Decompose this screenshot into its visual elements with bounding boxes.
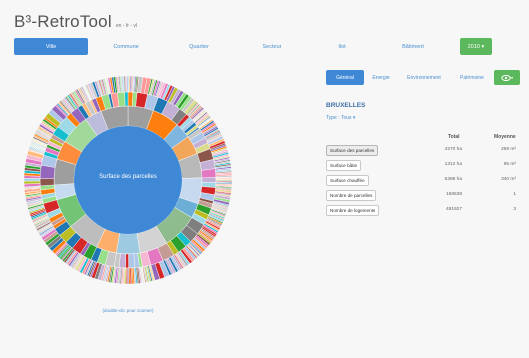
row-average: 3 xyxy=(513,207,516,212)
nav-item-ilot[interactable]: Ilot xyxy=(310,38,374,55)
sunburst-segment-level3[interactable] xyxy=(126,75,129,93)
tab-environnement[interactable]: Environnement xyxy=(396,70,452,85)
app-header: B³-RetroTool en - fr - vl xyxy=(14,12,137,32)
row-average: 95 m² xyxy=(503,162,516,167)
column-average-header: Moyenne xyxy=(494,134,516,140)
zoom-hint: (double-clic pour zoomer) xyxy=(102,308,154,313)
app-page: B³-RetroTool en - fr - vl Ville Commune … xyxy=(0,0,529,358)
row-total: 5388 ha xyxy=(444,177,462,182)
row-total: 491927 xyxy=(445,207,462,212)
row-total: 158638 xyxy=(445,192,462,197)
nav-item-ville[interactable]: Ville xyxy=(14,38,88,55)
type-filter: Type : Tous ▾ xyxy=(326,115,355,121)
year-dropdown[interactable]: 2010 ▾ xyxy=(460,38,492,55)
sunburst-segment-level3[interactable] xyxy=(23,178,41,182)
row-average: 340 m² xyxy=(501,177,516,182)
app-title: B³-RetroTool xyxy=(14,12,112,31)
type-dropdown[interactable]: Tous ▾ xyxy=(341,115,355,121)
table-row: Surface des parcelles 4270 ha 269 m² xyxy=(326,145,522,157)
column-total-header: Total xyxy=(448,134,460,140)
row-total: 1312 ha xyxy=(444,162,462,167)
type-label: Type : xyxy=(326,115,340,121)
metric-button-nombre-logements[interactable]: Nombre de logements xyxy=(326,205,380,216)
nav-item-batiment[interactable]: Bâtiment xyxy=(380,38,446,55)
sunburst-center[interactable] xyxy=(74,126,182,234)
row-average: 269 m² xyxy=(501,147,516,152)
eye-icon[interactable] xyxy=(494,70,520,85)
nav-item-quartier[interactable]: Quartier xyxy=(164,38,234,55)
level-nav: Ville Commune Quartier Secteur Ilot Bâti… xyxy=(14,38,492,55)
table-row: Nombre de parcelles 158638 1 xyxy=(326,190,522,202)
nav-item-commune[interactable]: Commune xyxy=(94,38,158,55)
row-total: 4270 ha xyxy=(444,147,462,152)
table-row: Surface chauffée 5388 ha 340 m² xyxy=(326,175,522,187)
tab-patrimoine[interactable]: Patrimoine xyxy=(454,70,490,85)
panel-tabs: Général Energie Environnement Patrimoine xyxy=(326,70,522,85)
sunburst-segment-level1[interactable] xyxy=(116,233,141,255)
table-row: Surface bâtie 1312 ha 95 m² xyxy=(326,160,522,172)
sunburst-segment-level3[interactable] xyxy=(23,180,41,185)
nav-item-secteur[interactable]: Secteur xyxy=(240,38,304,55)
row-average: 1 xyxy=(513,192,516,197)
eye-glyph xyxy=(501,74,513,81)
sunburst-svg[interactable] xyxy=(18,62,238,302)
metric-button-surface-chauffee[interactable]: Surface chauffée xyxy=(326,175,369,186)
metric-button-surface-batie[interactable]: Surface bâtie xyxy=(326,160,362,171)
sunburst-segment-level2[interactable] xyxy=(201,168,217,179)
metric-button-surface-parcelles[interactable]: Surface des parcelles xyxy=(326,145,379,156)
sunburst-segment-level2[interactable] xyxy=(201,177,217,183)
table-row: Nombre de logements 491927 3 xyxy=(326,205,522,217)
stats-panel: Général Energie Environnement Patrimoine… xyxy=(326,70,522,290)
language-switcher[interactable]: en - fr - vl xyxy=(116,23,137,29)
metric-button-nombre-parcelles[interactable]: Nombre de parcelles xyxy=(326,190,377,201)
sunburst-chart[interactable]: Surface des parcelles (double-clic pour … xyxy=(18,62,238,313)
tab-energie[interactable]: Energie xyxy=(368,70,394,85)
sunburst-segment-level2[interactable] xyxy=(39,178,55,187)
sunburst-segment-level2[interactable] xyxy=(128,253,136,269)
tab-general[interactable]: Général xyxy=(326,70,364,85)
region-title: BRUXELLES xyxy=(326,102,366,109)
sunburst-segment-level2[interactable] xyxy=(124,91,129,107)
